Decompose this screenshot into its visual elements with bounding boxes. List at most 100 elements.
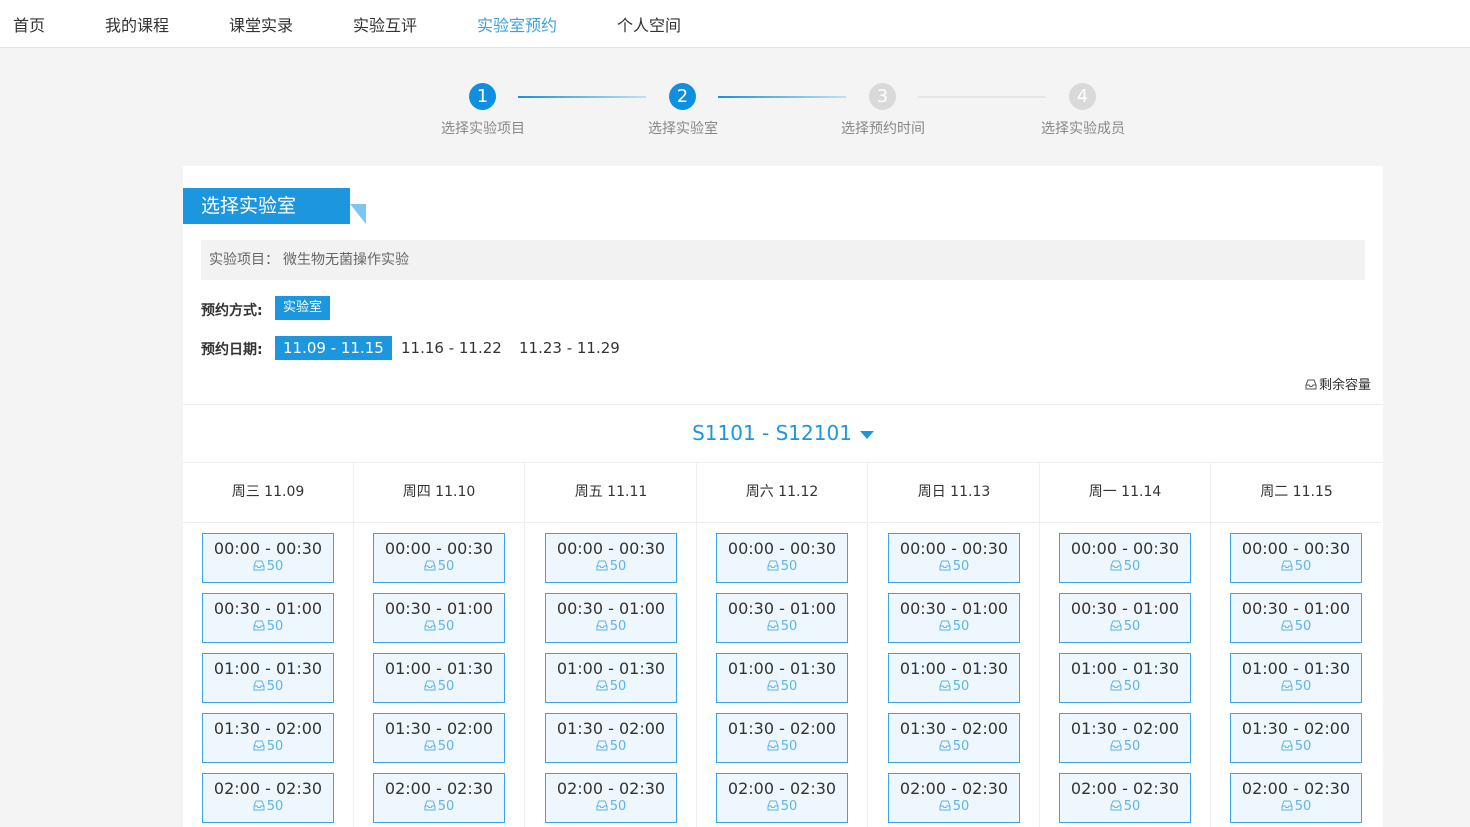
slot-capacity-value: 50 [952, 739, 970, 754]
time-slot[interactable]: 01:00 - 01:30 50 [716, 653, 848, 703]
nav-peer-review[interactable]: 实验互评 [353, 12, 417, 36]
step-3-label: 选择预约时间 [841, 121, 925, 137]
inbox-icon [596, 740, 608, 751]
nav-personal-space[interactable]: 个人空间 [617, 12, 681, 36]
divider-top [183, 404, 1383, 405]
time-slot[interactable]: 02:00 - 02:30 50 [1230, 773, 1362, 823]
time-slot[interactable]: 00:00 - 00:30 50 [1230, 533, 1362, 583]
time-slot[interactable]: 01:00 - 01:30 50 [1059, 653, 1191, 703]
slot-capacity: 50 [203, 799, 333, 814]
time-slot[interactable]: 01:30 - 02:00 50 [716, 713, 848, 763]
time-slot[interactable]: 00:30 - 01:00 50 [1230, 593, 1362, 643]
nav-my-courses[interactable]: 我的课程 [105, 12, 169, 36]
slot-capacity-value: 50 [266, 799, 284, 814]
slot-capacity: 50 [1060, 679, 1190, 694]
day-header: 周四 11.10 [354, 463, 524, 523]
date-option-1[interactable]: 11.09 - 11.15 [275, 336, 392, 360]
time-slot[interactable]: 00:00 - 00:30 50 [545, 533, 677, 583]
time-slot[interactable]: 01:30 - 02:00 50 [202, 713, 334, 763]
time-slot[interactable]: 00:30 - 01:00 50 [888, 593, 1020, 643]
date-option-3[interactable]: 11.23 - 11.29 [511, 336, 628, 360]
slot-capacity: 50 [889, 559, 1019, 574]
time-slot[interactable]: 00:30 - 01:00 50 [716, 593, 848, 643]
day-header: 周一 11.14 [1040, 463, 1210, 523]
time-slot[interactable]: 00:30 - 01:00 50 [545, 593, 677, 643]
nav-class-records[interactable]: 课堂实录 [229, 12, 293, 36]
slot-time: 00:00 - 00:30 [899, 539, 1009, 558]
time-slot[interactable]: 00:30 - 01:00 50 [202, 593, 334, 643]
slot-time: 00:00 - 00:30 [1241, 539, 1351, 558]
inbox-icon [767, 560, 779, 571]
inbox-icon [1110, 620, 1122, 631]
time-slot[interactable]: 00:30 - 01:00 50 [373, 593, 505, 643]
time-slot[interactable]: 02:00 - 02:30 50 [373, 773, 505, 823]
mode-tag-lab[interactable]: 实验室 [275, 296, 331, 320]
day-header: 周日 11.13 [869, 463, 1039, 523]
slot-capacity: 50 [203, 619, 333, 634]
slot-capacity-value: 50 [437, 799, 455, 814]
time-slot[interactable]: 01:30 - 02:00 50 [888, 713, 1020, 763]
inbox-icon [939, 680, 951, 691]
slot-capacity-value: 50 [1123, 679, 1141, 694]
day-column: 周五 11.11 00:00 - 00:30 50 00:30 - 01:00 50 01… [526, 463, 697, 827]
slot-capacity: 50 [1060, 559, 1190, 574]
slot-time: 00:00 - 00:30 [556, 539, 666, 558]
slot-capacity: 50 [1060, 799, 1190, 814]
inbox-icon [767, 740, 779, 751]
time-slot[interactable]: 02:00 - 02:30 50 [545, 773, 677, 823]
time-slot[interactable]: 01:00 - 01:30 50 [888, 653, 1020, 703]
project-info: 实验项目： 微生物无菌操作实验 [201, 240, 1365, 280]
time-slot[interactable]: 02:00 - 02:30 50 [202, 773, 334, 823]
time-slot[interactable]: 01:00 - 01:30 50 [202, 653, 334, 703]
day-header: 周三 11.09 [183, 463, 353, 523]
time-slot[interactable]: 00:00 - 00:30 50 [202, 533, 334, 583]
date-option-2[interactable]: 11.16 - 11.22 [393, 336, 510, 360]
time-slot[interactable]: 00:00 - 00:30 50 [373, 533, 505, 583]
slot-time: 02:00 - 02:30 [727, 779, 837, 798]
inbox-icon [767, 800, 779, 811]
step-2-circle: 2 [669, 83, 696, 110]
slot-capacity-value: 50 [266, 739, 284, 754]
slot-capacity: 50 [889, 739, 1019, 754]
time-slot[interactable]: 01:30 - 02:00 50 [1059, 713, 1191, 763]
time-slot[interactable]: 02:00 - 02:30 50 [888, 773, 1020, 823]
time-slot[interactable]: 02:00 - 02:30 50 [1059, 773, 1191, 823]
slot-time: 01:00 - 01:30 [727, 659, 837, 678]
nav-lab-booking[interactable]: 实验室预约 [477, 12, 557, 36]
inbox-icon [424, 620, 436, 631]
slot-capacity-value: 50 [1294, 799, 1312, 814]
slot-time: 00:00 - 00:30 [384, 539, 494, 558]
inbox-icon [424, 800, 436, 811]
slot-capacity: 50 [717, 559, 847, 574]
slot-capacity: 50 [374, 739, 504, 754]
slot-capacity-value: 50 [1294, 619, 1312, 634]
slot-capacity-value: 50 [609, 739, 627, 754]
slot-capacity-value: 50 [780, 559, 798, 574]
time-slot[interactable]: 01:30 - 02:00 50 [1230, 713, 1362, 763]
slot-time: 00:00 - 00:30 [1070, 539, 1180, 558]
day-header: 周二 11.15 [1211, 463, 1382, 523]
mode-label: 预约方式: [201, 303, 263, 319]
slot-capacity: 50 [374, 619, 504, 634]
day-column: 周一 11.14 00:00 - 00:30 50 00:30 - 01:00 50 01… [1040, 463, 1211, 827]
slot-capacity-value: 50 [1294, 739, 1312, 754]
time-slot[interactable]: 01:30 - 02:00 50 [545, 713, 677, 763]
slot-time: 01:30 - 02:00 [213, 719, 323, 738]
inbox-icon [767, 620, 779, 631]
slot-capacity-value: 50 [437, 679, 455, 694]
time-slot[interactable]: 00:00 - 00:30 50 [888, 533, 1020, 583]
room-range-dropdown[interactable]: S1101 - S12101 [183, 421, 1383, 445]
time-slot[interactable]: 01:00 - 01:30 50 [545, 653, 677, 703]
time-slot[interactable]: 01:00 - 01:30 50 [1230, 653, 1362, 703]
slot-time: 01:00 - 01:30 [556, 659, 666, 678]
time-slot[interactable]: 01:00 - 01:30 50 [373, 653, 505, 703]
time-slot[interactable]: 00:00 - 00:30 50 [1059, 533, 1191, 583]
day-column: 周二 11.15 00:00 - 00:30 50 00:30 - 01:00 50 01… [1211, 463, 1382, 827]
time-slot[interactable]: 00:30 - 01:00 50 [1059, 593, 1191, 643]
nav-home[interactable]: 首页 [13, 12, 45, 36]
step-1-circle: 1 [469, 83, 496, 110]
slot-capacity: 50 [203, 739, 333, 754]
time-slot[interactable]: 02:00 - 02:30 50 [716, 773, 848, 823]
time-slot[interactable]: 01:30 - 02:00 50 [373, 713, 505, 763]
time-slot[interactable]: 00:00 - 00:30 50 [716, 533, 848, 583]
